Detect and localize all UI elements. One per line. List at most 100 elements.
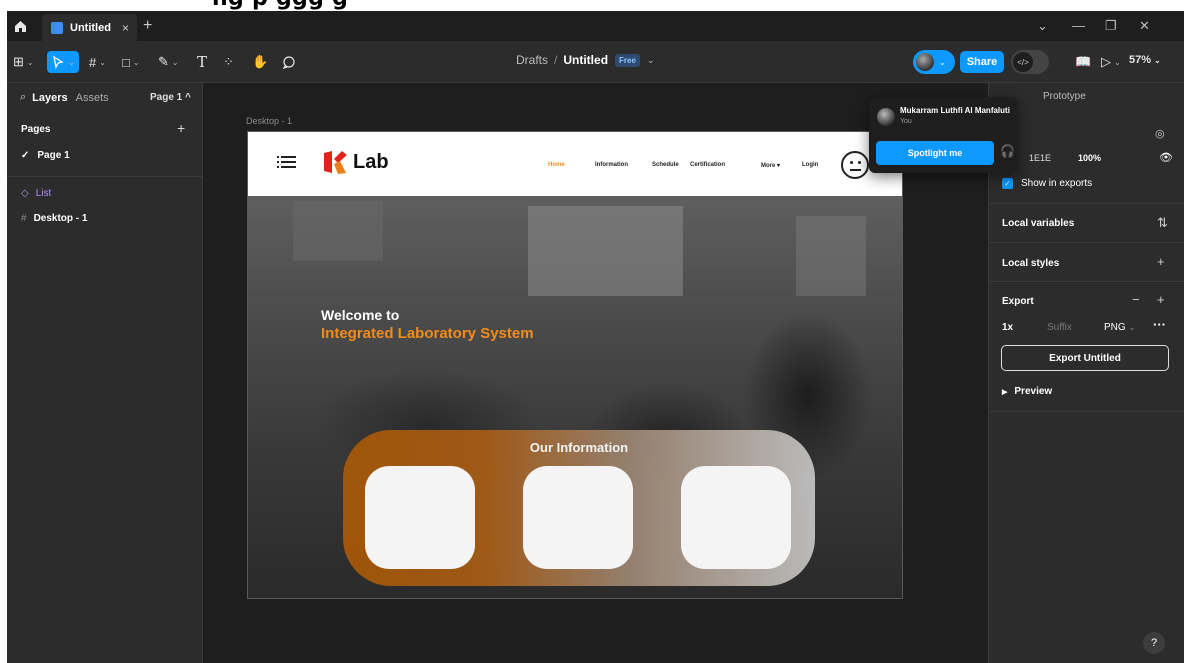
page-list-item[interactable]: ✓ Page 1 (21, 150, 70, 161)
info-card[interactable] (681, 466, 791, 569)
zoom-dropdown[interactable]: 57% ⌄ (1129, 54, 1161, 66)
chevron-down-icon: ⌄ (1154, 56, 1161, 65)
export-scale[interactable]: 1x (1002, 322, 1013, 333)
chevron-down-icon: ⌄ (26, 57, 34, 67)
nav-link-login[interactable]: Login (802, 162, 818, 168)
info-card[interactable] (523, 466, 633, 569)
tab-prototype[interactable]: Prototype (1043, 91, 1086, 102)
resources-button[interactable]: ⁘ (223, 51, 234, 73)
add-export-icon[interactable]: + (1157, 292, 1165, 307)
frame-icon: # (21, 213, 27, 224)
chevron-down-icon[interactable]: ⌄ (1037, 18, 1048, 34)
move-tool-button[interactable]: ⌄ (47, 51, 79, 73)
figma-menu-icon: ⊞ (13, 54, 24, 69)
frame-label[interactable]: Desktop - 1 (246, 116, 292, 126)
pen-tool-button[interactable]: ✎ ⌄ (158, 51, 179, 73)
export-format-select[interactable]: PNG ⌄ (1104, 322, 1135, 333)
more-options-icon[interactable]: ··· (1153, 317, 1166, 332)
show-in-exports-checkbox[interactable]: ✓ Show in exports (1002, 178, 1092, 189)
fill-hex-value[interactable]: 1E1E (1029, 153, 1051, 163)
minimize-icon[interactable]: — (1072, 18, 1085, 33)
share-button[interactable]: Share (960, 51, 1004, 73)
text-tool-button[interactable]: T (197, 51, 207, 73)
home-icon[interactable] (11, 17, 29, 35)
site-navbar: Lab Home Information Schedule Certificat… (248, 132, 902, 196)
page-selector[interactable]: Page 1 ^ (150, 92, 191, 103)
user-subtitle: You (900, 118, 912, 125)
chevron-down-icon[interactable]: ⌄ (647, 55, 655, 66)
pages-heading: Pages (21, 124, 51, 135)
variables-icon[interactable]: ⇅ (1157, 215, 1168, 231)
nav-link-information[interactable]: Information (595, 162, 628, 168)
tab-label: Untitled (70, 21, 111, 34)
pen-icon: ✎ (158, 54, 169, 69)
text-icon: T (197, 53, 208, 71)
hero-title: Integrated Laboratory System (321, 325, 534, 342)
export-button[interactable]: Export Untitled (1001, 345, 1169, 371)
chevron-down-icon: ⌄ (939, 57, 946, 67)
toolbar: ⊞ ⌄ ⌄ # ⌄ □ ⌄ ✎ ⌄ T ⁘ ✋ Drafts / Untitled (7, 41, 1184, 83)
local-variables-heading[interactable]: Local variables (1002, 218, 1074, 229)
comment-tool-button[interactable] (282, 51, 296, 73)
fill-opacity-value[interactable]: 100% (1078, 153, 1101, 163)
hand-tool-button[interactable]: ✋ (252, 51, 268, 73)
chevron-down-icon: ⌄ (99, 57, 106, 67)
page-item-label: Page 1 (37, 150, 70, 161)
layer-item-desktop[interactable]: # Desktop - 1 (21, 213, 87, 224)
photo-window (293, 201, 383, 261)
headphones-icon[interactable]: 🎧 (1000, 144, 1015, 158)
eye-icon[interactable]: 👁 (1159, 151, 1173, 164)
remove-export-icon[interactable]: − (1132, 292, 1140, 307)
nav-link-schedule[interactable]: Schedule (652, 162, 679, 168)
multiplayer-avatar-button[interactable]: ⌄ (913, 50, 955, 74)
export-suffix-input[interactable]: Suffix (1047, 322, 1072, 333)
layer-item-list[interactable]: ◇ List (21, 188, 51, 199)
avatar (877, 108, 895, 126)
shape-tool-button[interactable]: □ ⌄ (122, 51, 140, 73)
cursor-icon (53, 55, 64, 69)
export-format-value: PNG (1104, 322, 1126, 333)
file-name[interactable]: Untitled (563, 53, 608, 67)
add-style-icon[interactable]: + (1157, 254, 1165, 269)
search-icon[interactable]: ⌕ (20, 91, 26, 104)
book-icon: 📖 (1075, 54, 1092, 69)
hamburger-menu-icon[interactable] (277, 156, 296, 171)
site-logo[interactable]: Lab (320, 147, 389, 177)
chevron-down-icon: ▾ (777, 163, 781, 169)
logo-text: Lab (353, 150, 389, 173)
close-tab-icon[interactable]: × (122, 21, 129, 35)
main-menu-button[interactable]: ⊞ ⌄ (13, 51, 34, 73)
rectangle-icon: □ (122, 54, 130, 70)
smiley-icon[interactable] (841, 151, 869, 179)
new-tab-icon[interactable]: + (143, 17, 152, 35)
info-card[interactable] (365, 466, 475, 569)
divider (989, 242, 1184, 243)
window-close-icon[interactable]: ✕ (1139, 18, 1150, 34)
nav-link-certification[interactable]: Certification (690, 162, 725, 168)
present-button[interactable]: ▷ ⌄ (1101, 51, 1121, 73)
tab-untitled[interactable]: Untitled × (42, 14, 137, 41)
caption-text: ng p ggg g (212, 0, 348, 11)
dev-mode-toggle[interactable]: </> (1011, 50, 1049, 74)
breadcrumb-drafts[interactable]: Drafts (516, 53, 548, 67)
divider (7, 176, 203, 177)
tab-assets[interactable]: Assets (76, 92, 109, 104)
styles-icon[interactable]: ◎ (1155, 127, 1165, 140)
play-icon: ▷ (1101, 54, 1111, 69)
nav-link-home[interactable]: Home (548, 162, 565, 168)
title-bar: Untitled × + ⌄ — ❐ ✕ (7, 11, 1184, 41)
tab-layers[interactable]: Layers (32, 92, 67, 104)
library-button[interactable]: 📖 (1075, 51, 1091, 73)
spotlight-me-button[interactable]: Spotlight me (876, 141, 994, 165)
desktop-frame[interactable]: Lab Home Information Schedule Certificat… (247, 131, 903, 599)
check-icon: ✓ (21, 150, 30, 161)
nav-link-more[interactable]: More ▾ (761, 162, 780, 169)
preview-toggle[interactable]: ▶ Preview (1002, 386, 1052, 397)
restore-icon[interactable]: ❐ (1105, 18, 1117, 34)
comment-icon (282, 56, 295, 69)
figma-file-icon (51, 21, 63, 34)
add-page-icon[interactable]: + (177, 120, 185, 136)
breadcrumb: Drafts / Untitled Free ⌄ (516, 53, 654, 67)
help-button[interactable]: ? (1143, 632, 1165, 654)
frame-tool-button[interactable]: # ⌄ (89, 51, 106, 73)
